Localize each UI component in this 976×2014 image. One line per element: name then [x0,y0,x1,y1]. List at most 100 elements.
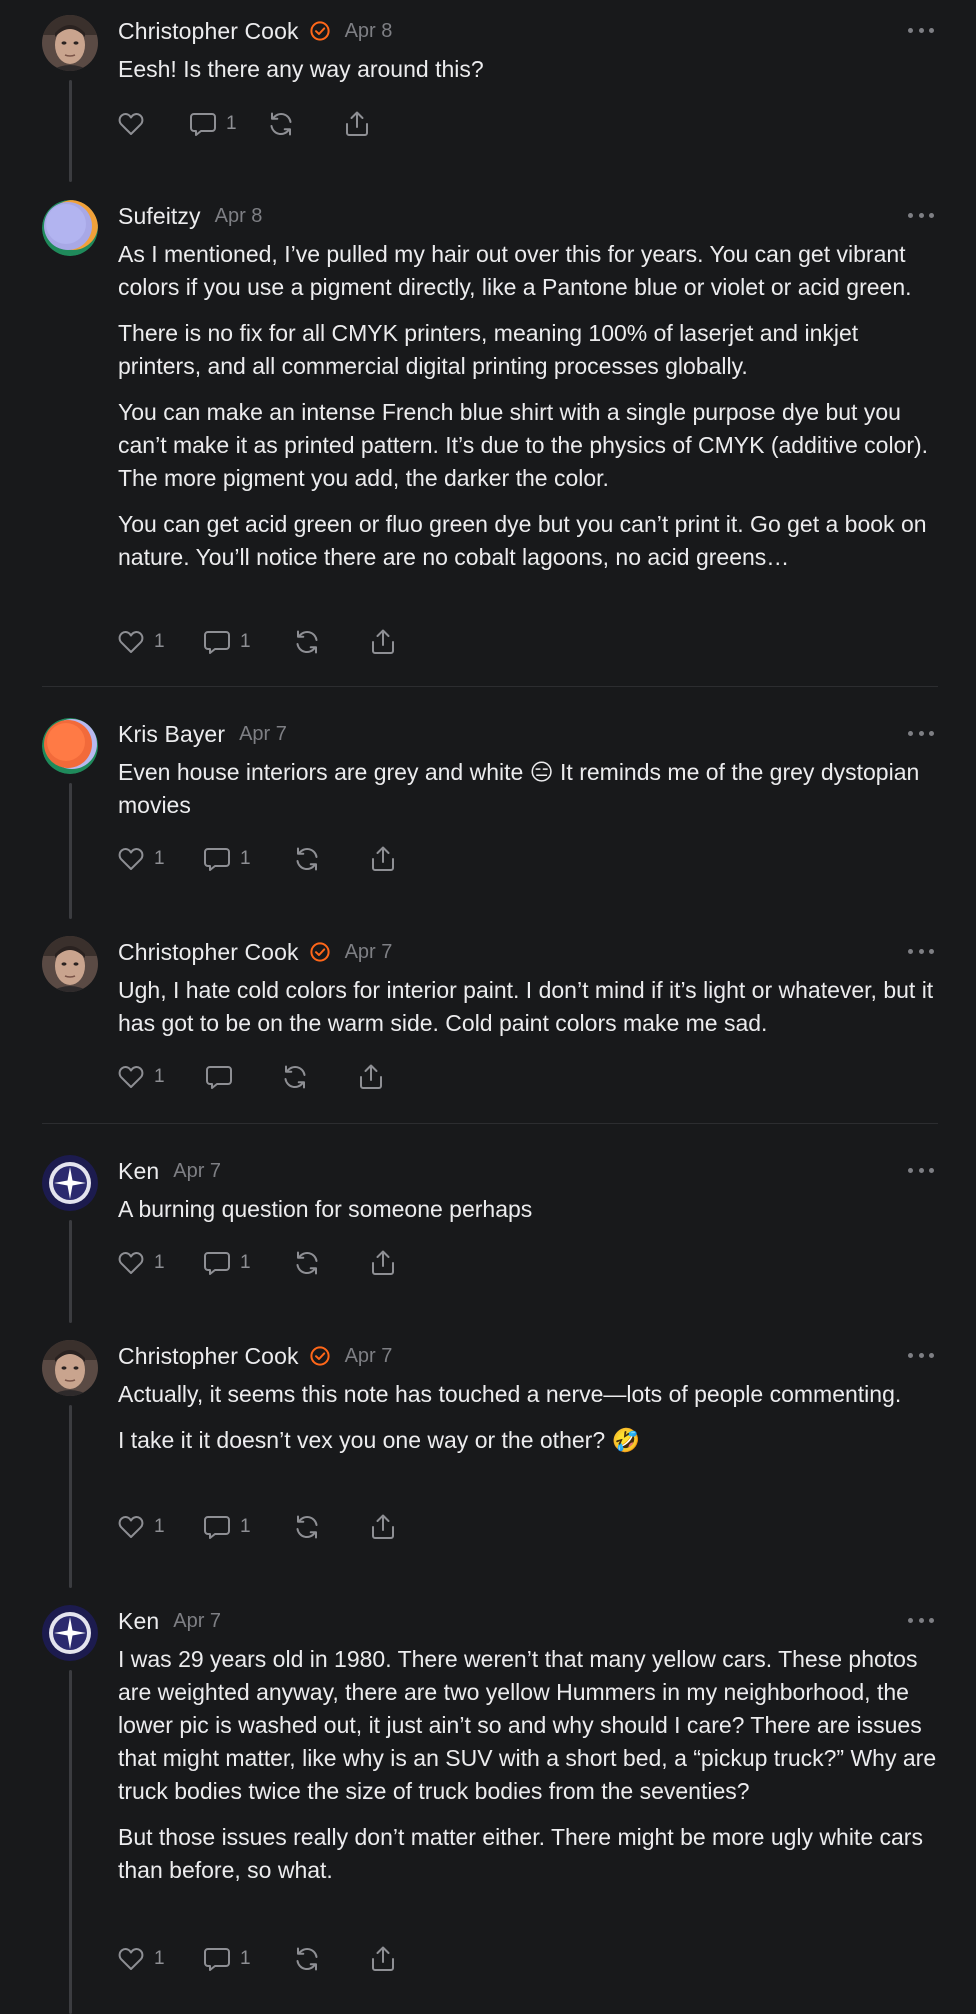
share-button[interactable] [368,627,398,657]
comment-actions: 1 1 [116,625,398,659]
like-button[interactable]: 1 [116,1944,202,1974]
avatar[interactable] [42,1340,98,1396]
reply-button[interactable] [204,1062,280,1092]
more-options-icon[interactable] [908,1160,934,1180]
reply-count: 1 [240,848,251,869]
restack-button[interactable] [292,1944,368,1974]
comment-date[interactable]: Apr 7 [345,1345,393,1368]
comment-paragraph: You can get acid green or fluo green dye… [118,511,927,570]
comment-paragraph: I take it it doesn’t vex you one way or … [118,1427,641,1453]
avatar[interactable] [42,1605,98,1661]
share-button[interactable] [342,109,372,139]
restack-button[interactable] [292,1248,368,1278]
author-name[interactable]: Sufeitzy [118,203,201,230]
share-button[interactable] [368,1248,398,1278]
heart-icon [118,1516,144,1538]
author-name[interactable]: Christopher Cook [118,1343,299,1370]
avatar[interactable] [42,1155,98,1211]
comment-body: Ugh, I hate cold colors for interior pai… [118,974,938,1040]
like-count: 1 [154,1516,165,1537]
like-count: 1 [154,1948,165,1969]
verified-badge-icon [309,1345,331,1367]
comment-date[interactable]: Apr 7 [345,941,393,964]
comment-paragraph: There is no fix for all CMYK printers, m… [118,320,859,379]
restack-button[interactable] [280,1062,356,1092]
author-name[interactable]: Christopher Cook [118,939,299,966]
like-button[interactable] [116,109,188,139]
reply-button[interactable]: 1 [202,627,292,657]
comment-icon [204,631,230,654]
share-button[interactable] [368,844,398,874]
more-options-icon[interactable] [908,1610,934,1630]
reply-button[interactable]: 1 [202,1248,292,1278]
like-button[interactable]: 1 [116,844,202,874]
reply-button[interactable]: 1 [202,1944,292,1974]
reply-button[interactable]: 1 [202,1512,292,1542]
share-button[interactable] [368,1512,398,1542]
comment-icon [206,1066,232,1089]
avatar[interactable] [42,15,98,71]
comment-actions: 1 [116,107,372,141]
thread-line [69,1670,72,2014]
share-button[interactable] [356,1062,386,1092]
share-icon [372,1514,394,1539]
heart-icon [118,1948,144,1970]
author-name[interactable]: Ken [118,1608,159,1635]
restack-button[interactable] [292,1512,368,1542]
comment-paragraph: But those issues really don’t matter eit… [118,1824,923,1883]
author-name[interactable]: Christopher Cook [118,18,299,45]
comment-header: Christopher Cook Apr 8 [118,15,392,47]
author-name[interactable]: Kris Bayer [118,721,225,748]
comment-date[interactable]: Apr 7 [173,1610,221,1633]
comment-date[interactable]: Apr 8 [215,205,263,228]
share-icon [372,1946,394,1971]
comment-date[interactable]: Apr 7 [239,723,287,746]
comment-icon [204,848,230,871]
restack-icon [270,112,292,136]
like-button[interactable]: 1 [116,1512,202,1542]
reply-button[interactable]: 1 [202,844,292,874]
comment-body: As I mentioned, I’ve pulled my hair out … [118,238,938,574]
heart-icon [118,631,144,653]
avatar[interactable] [42,200,98,256]
comment: Ken Apr 7 A burning question for someone… [42,1140,938,1325]
heart-icon [118,848,144,870]
comment-header: Ken Apr 7 [118,1605,221,1637]
avatar[interactable] [42,718,98,774]
like-button[interactable]: 1 [116,627,202,657]
thread-line [69,783,72,919]
comment-paragraph: Eesh! Is there any way around this? [118,56,484,82]
comment-paragraph: A burning question for someone perhaps [118,1196,533,1222]
comment-actions: 1 1 [116,1510,398,1544]
author-name[interactable]: Ken [118,1158,159,1185]
reply-count: 1 [226,113,237,134]
reply-button[interactable]: 1 [188,109,266,139]
restack-icon [296,1515,318,1539]
restack-button[interactable] [266,109,342,139]
more-options-icon[interactable] [908,20,934,40]
like-button[interactable]: 1 [116,1248,202,1278]
comment-icon [204,1948,230,1971]
more-options-icon[interactable] [908,205,934,225]
more-options-icon[interactable] [908,723,934,743]
like-button[interactable]: 1 [116,1062,204,1092]
comment-date[interactable]: Apr 7 [173,1160,221,1183]
restack-icon [296,847,318,871]
more-options-icon[interactable] [908,941,934,961]
share-button[interactable] [368,1944,398,1974]
restack-button[interactable] [292,627,368,657]
comment-date[interactable]: Apr 8 [345,20,393,43]
reply-count: 1 [240,1948,251,1969]
restack-icon [296,1947,318,1971]
more-options-icon[interactable] [908,1345,934,1365]
comment-body: Actually, it seems this note has touched… [118,1378,938,1457]
comment: Christopher Cook Apr 8 Eesh! Is there an… [42,0,938,185]
thread-line [69,80,72,182]
divider [42,686,938,687]
restack-button[interactable] [292,844,368,874]
comment-icon [204,1516,230,1539]
avatar[interactable] [42,936,98,992]
share-icon [372,846,394,871]
comment-icon [190,113,216,136]
comment: Ken Apr 7 I was 29 years old in 1980. Th… [42,1590,938,2014]
